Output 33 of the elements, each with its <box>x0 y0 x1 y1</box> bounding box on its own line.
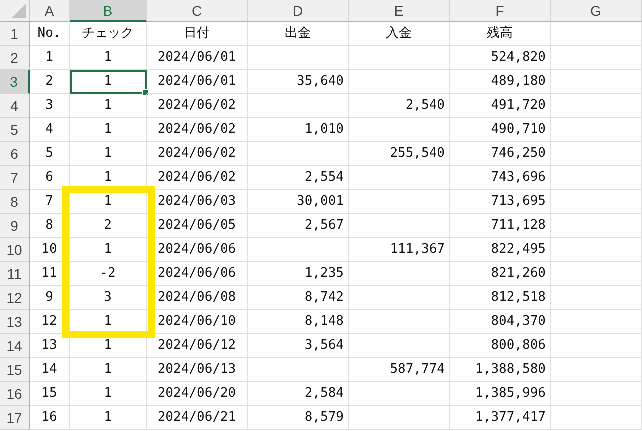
row-header[interactable]: 13 <box>0 310 30 334</box>
row-header[interactable]: 4 <box>0 94 30 118</box>
row-header[interactable]: 6 <box>0 142 30 166</box>
table-cell: 2024/06/21 <box>147 406 248 430</box>
column-header[interactable]: C <box>147 0 248 22</box>
column-header[interactable]: E <box>349 0 450 22</box>
active-cell[interactable]: 1 <box>70 70 147 94</box>
row-header[interactable]: 16 <box>0 382 30 406</box>
table-cell: 1 <box>70 406 147 430</box>
row-header[interactable]: 10 <box>0 238 30 262</box>
row-header[interactable]: 5 <box>0 118 30 142</box>
column-header[interactable]: G <box>551 0 642 22</box>
column-header[interactable]: B <box>70 0 147 22</box>
row-header[interactable]: 8 <box>0 190 30 214</box>
table-cell: 1 <box>70 310 147 334</box>
table-cell: 1 <box>70 166 147 190</box>
table-cell: 16 <box>30 406 70 430</box>
row-header[interactable]: 2 <box>0 46 30 70</box>
table-cell: 1 <box>70 46 147 70</box>
row-header[interactable]: 12 <box>0 286 30 310</box>
row-header[interactable]: 15 <box>0 358 30 382</box>
column-header[interactable]: F <box>450 0 551 22</box>
row-header[interactable]: 9 <box>0 214 30 238</box>
row-header[interactable]: 3 <box>0 70 30 94</box>
column-header[interactable]: A <box>30 0 70 22</box>
row-header[interactable]: 11 <box>0 262 30 286</box>
table-cell: 8,579 <box>248 406 349 430</box>
column-header[interactable]: D <box>248 0 349 22</box>
table-cell: 1,377,417 <box>450 406 551 430</box>
row-header[interactable]: 17 <box>0 406 30 430</box>
row-header[interactable]: 1 <box>0 22 30 46</box>
row-header[interactable]: 7 <box>0 166 30 190</box>
row-header[interactable]: 14 <box>0 334 30 358</box>
